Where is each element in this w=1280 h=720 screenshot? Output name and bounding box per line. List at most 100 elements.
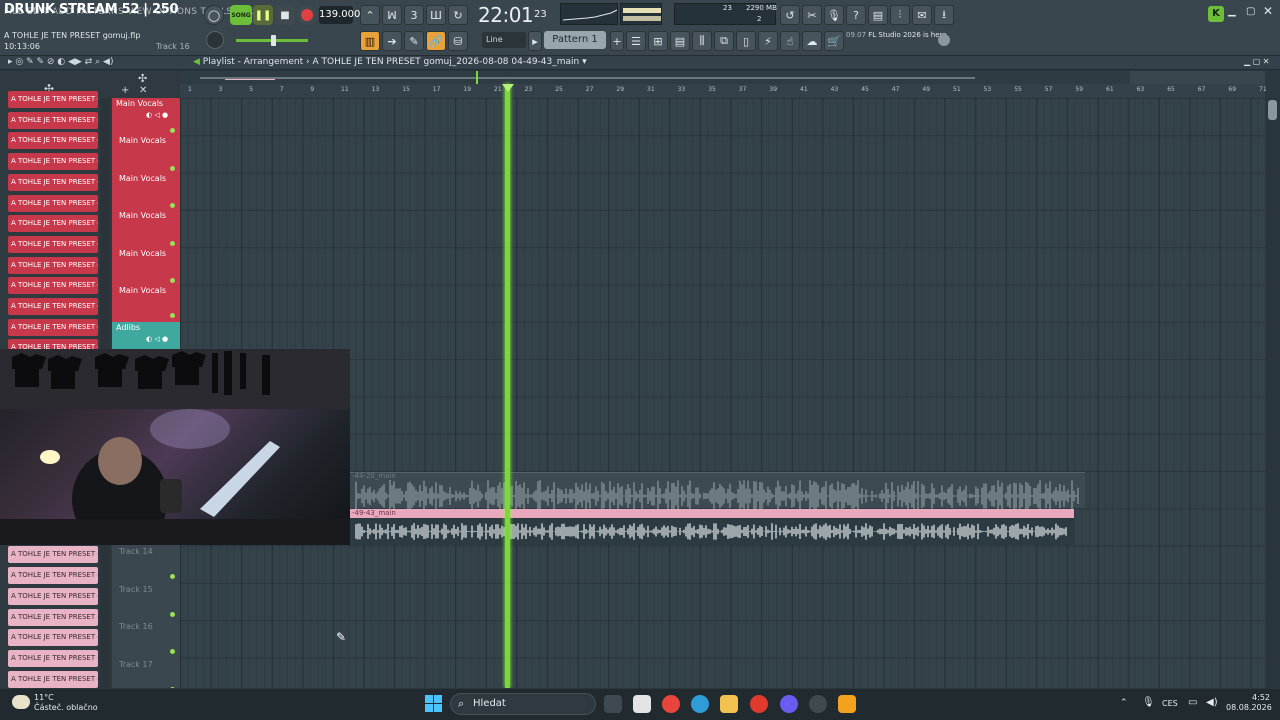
stamp-tool-icon[interactable]: ⛁ [448, 31, 468, 51]
track-group-controls[interactable]: ◐ ◁ ● [146, 111, 168, 119]
track-main-vocals[interactable]: Main Vocals [112, 136, 180, 145]
file-explorer-icon[interactable] [720, 695, 738, 713]
picker-item[interactable]: A TOHLE JE TEN PRESET g... [8, 235, 98, 253]
stop-button[interactable]: ■ [275, 5, 295, 25]
audio-clip-2[interactable] [350, 518, 1074, 545]
brush-tool-icon[interactable]: ✎ [404, 31, 424, 51]
audio-clip-2-header[interactable] [350, 509, 1074, 518]
download-icon[interactable]: ⭳ [934, 5, 954, 25]
close-icon[interactable]: ✕ [1263, 4, 1273, 18]
edge-icon[interactable] [691, 695, 709, 713]
minimize-icon[interactable]: ▁ [1228, 6, 1236, 17]
playlist-icon[interactable]: ☰ [626, 31, 646, 51]
touch-icon[interactable]: ☝ [780, 31, 800, 51]
step-edit-icon[interactable]: Ш [426, 5, 446, 25]
playhead[interactable] [505, 84, 510, 688]
step-sequencer-icon[interactable]: ▤ [670, 31, 690, 51]
track-enable-led[interactable] [170, 611, 175, 617]
audio-clip-1[interactable] [350, 472, 1085, 512]
picker-item[interactable]: A TOHLE JE TEN PRESET g... [8, 111, 98, 129]
timeline-ruler[interactable]: 1 3 5 7 9 11 13 15 17 19 21 23 25 27 29 31 33 35 37 39 41 43 4… [180, 84, 1267, 98]
master-pitch-knob-icon[interactable] [206, 31, 224, 49]
discord-icon[interactable] [780, 695, 798, 713]
picker-item[interactable]: A TOHLE JE TEN PRESET g... [8, 298, 98, 315]
loop-record-icon[interactable]: ↻ [448, 5, 468, 25]
picker-item[interactable]: A TOHLE JE TEN PRESET g... [8, 215, 98, 233]
track-enable-led[interactable] [170, 165, 175, 171]
tray-clock[interactable]: 4:52 08.08.2026 [1226, 693, 1272, 713]
picker-item[interactable]: A TOHLE JE TEN PRESET g... [8, 153, 98, 171]
track-main-vocals[interactable]: Main Vocals [112, 248, 180, 258]
add-pattern-icon[interactable]: + [610, 31, 624, 51]
news-globe-icon[interactable] [938, 34, 950, 46]
picker-item[interactable]: A TOHLE JE TEN PRESET g... [8, 277, 98, 295]
add-track-icon[interactable]: + [121, 85, 129, 96]
fl-studio-icon[interactable] [838, 695, 856, 713]
picker-item[interactable]: A TOHLE JE TEN PRESET g... [8, 629, 98, 647]
track-label[interactable]: Track 14 [112, 547, 180, 556]
picker-item[interactable]: A TOHLE JE TEN PRESET g... [8, 546, 98, 564]
track-enable-led[interactable] [170, 128, 175, 133]
picker-item[interactable]: A TOHLE JE TEN PRESET g... [8, 132, 98, 150]
windows-start-icon[interactable] [425, 695, 442, 712]
horizontal-scrollbar[interactable] [1130, 71, 1265, 84]
microphone-icon[interactable]: 🎙 [824, 5, 844, 25]
picker-item[interactable]: A TOHLE JE TEN PRESET g... [8, 194, 98, 212]
playlist-window-controls[interactable]: ▁ ▢ ✕ [1244, 57, 1270, 66]
weather-widget[interactable]: 11°C Částeč. oblačno [34, 693, 98, 713]
song-mode-button[interactable]: SONG [230, 5, 252, 25]
picker-item[interactable]: A TOHLE JE TEN PRESET g... [8, 649, 98, 667]
master-volume-handle[interactable] [271, 35, 276, 46]
tray-language[interactable]: CES [1162, 699, 1178, 708]
picker-item[interactable]: A TOHLE JE TEN PRESET g... [8, 608, 98, 626]
help-icon[interactable]: ? [846, 5, 866, 25]
maximize-icon[interactable]: ▢ [1246, 6, 1255, 17]
master-volume-knob-icon[interactable]: ◯ [204, 5, 224, 25]
countdown-icon[interactable]: 3 [404, 5, 424, 25]
chat-icon[interactable]: ✉ [912, 5, 932, 25]
track-enable-led[interactable] [170, 203, 175, 208]
track-label[interactable]: Track 17 [112, 660, 180, 669]
track-group-adlibs-controls[interactable]: ◐ ◁ ● [146, 335, 168, 343]
news-panel[interactable]: 09.07 FL Studio 2026 is here [846, 30, 947, 40]
picker-item[interactable]: A TOHLE JE TEN PRESET g... [8, 318, 98, 336]
shop-cart-icon[interactable]: 🛒 [824, 31, 844, 51]
tray-mic-icon[interactable]: 🎙 [1142, 697, 1155, 708]
track-enable-led[interactable] [170, 240, 175, 246]
plugin-plug-icon[interactable]: ⚡ [758, 31, 778, 51]
mixer-view-icon[interactable]: ⫼ [692, 31, 712, 51]
tempo-display[interactable]: 139.000 [319, 6, 360, 24]
cut-icon[interactable]: ✂ [802, 5, 822, 25]
piano-roll-icon[interactable]: ▥ [360, 31, 380, 51]
record-button[interactable] [297, 5, 317, 25]
arrangement-name[interactable]: A TOHLE JE TEN PRESET gomuj_2026-08-08 0… [313, 57, 580, 67]
remove-track-icon[interactable]: ✕ [139, 85, 147, 96]
playhead-marker-icon[interactable] [502, 84, 514, 92]
playlist-move-icon[interactable]: ✣ [138, 72, 147, 85]
files-icon[interactable]: ▯ [736, 31, 756, 51]
link-tool-icon[interactable]: 🔗 [426, 31, 446, 51]
track-enable-led[interactable] [170, 574, 175, 579]
track-main-vocals[interactable]: Main Vocals [112, 211, 180, 220]
picker-item[interactable]: A TOHLE JE TEN PRESET g... [8, 256, 98, 274]
wait-for-input-icon[interactable]: ꟽ [382, 5, 402, 25]
tray-chevron-icon[interactable]: ⌃ [1120, 698, 1128, 708]
chrome-icon[interactable] [662, 695, 680, 713]
picker-item[interactable]: A TOHLE JE TEN PRESET g... [8, 587, 98, 605]
save-icon[interactable]: ▤ [868, 5, 888, 25]
patterns-browser-icon[interactable]: ⧉ [714, 31, 734, 51]
playlist-overview[interactable] [180, 71, 1130, 84]
weather-icon[interactable] [12, 695, 30, 709]
obs-icon[interactable] [809, 695, 827, 713]
snap-select[interactable]: Line [482, 32, 526, 48]
volume-icon[interactable]: ◀) [1206, 697, 1218, 708]
track-label[interactable]: Track 16 [112, 622, 180, 631]
track-enable-led[interactable] [170, 313, 175, 318]
app-red-icon[interactable] [750, 695, 768, 713]
track-main-vocals[interactable]: Main Vocals [112, 173, 180, 183]
track-enable-led[interactable] [170, 278, 175, 283]
track-enable-led[interactable] [170, 649, 175, 654]
metronome-icon[interactable]: ⌃ [360, 5, 380, 25]
pause-button[interactable]: ❚❚ [253, 5, 273, 25]
track-label[interactable]: Track 15 [112, 585, 180, 594]
